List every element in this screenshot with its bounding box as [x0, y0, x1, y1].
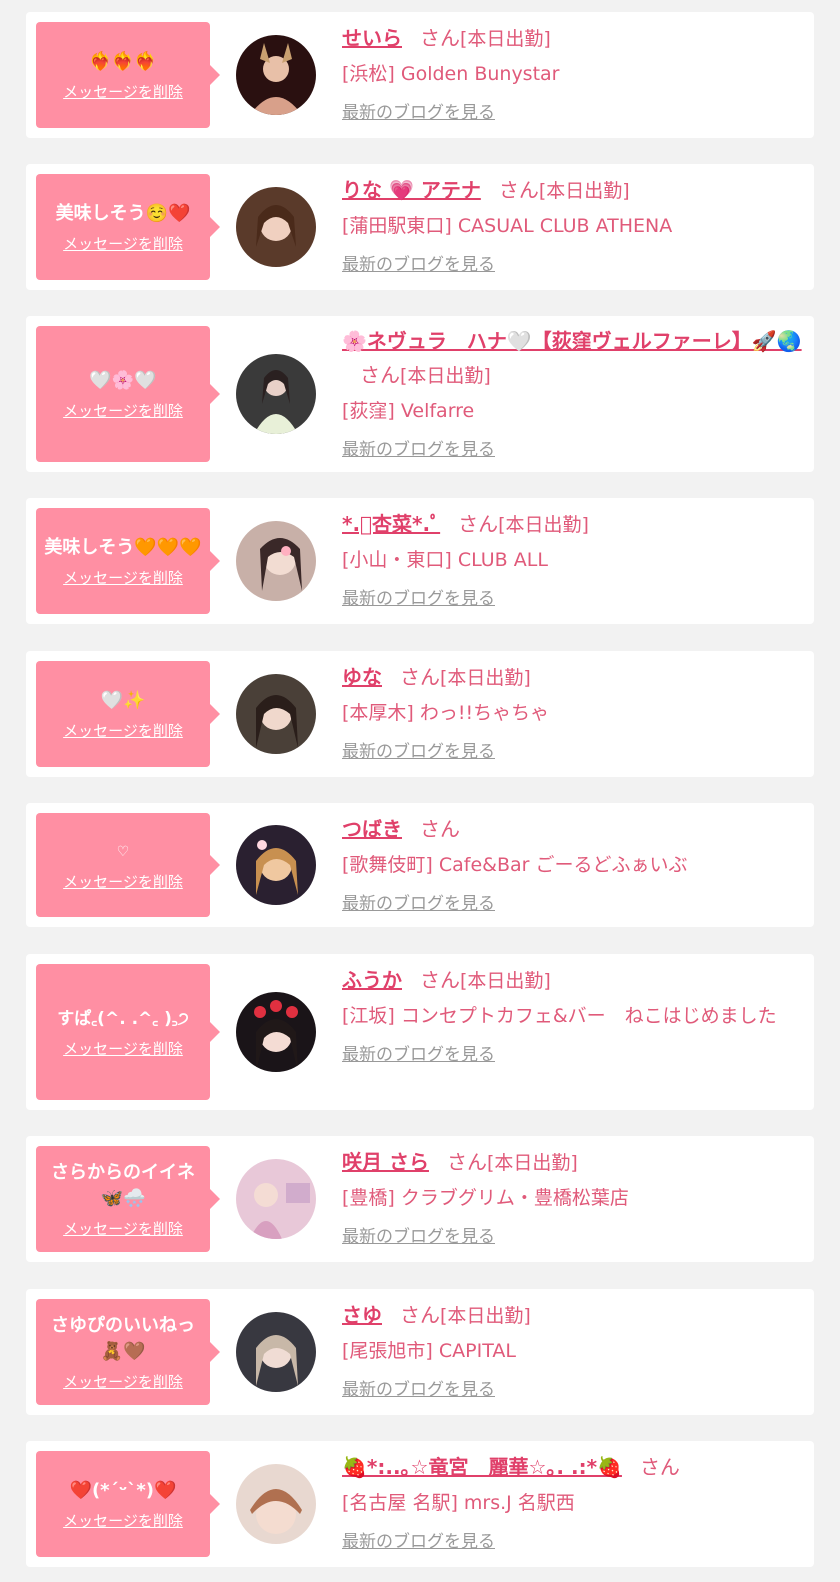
latest-blog-link[interactable]: 最新のブログを見る — [342, 250, 495, 275]
latest-blog-link[interactable]: 最新のブログを見る — [342, 98, 495, 123]
latest-blog-link[interactable]: 最新のブログを見る — [342, 584, 495, 609]
shop-info: [豊橋] クラブグリム・豊橋松葉店 — [342, 1187, 629, 1209]
honorific: さん — [639, 1455, 680, 1479]
honorific: さん — [400, 665, 440, 689]
honorific: さん — [446, 1150, 487, 1174]
latest-blog-link[interactable]: 最新のブログを見る — [342, 737, 495, 762]
delete-message-link[interactable]: メッセージを削除 — [63, 1218, 183, 1239]
today-badge: [本日出勤] — [486, 1152, 578, 1174]
shop-info: [蒲田駅東口] CASUAL CLUB ATHENA — [342, 215, 673, 237]
message-list: ❤️‍🔥❤️‍🔥❤️‍🔥 メッセージを削除 せいら さん[本日出勤] [浜松] G… — [0, 0, 840, 1582]
message-text: 美味しそう☺️❤️ — [55, 202, 191, 224]
list-item: さらからのイイネ🦋🌨️ メッセージを削除 咲月 さら さん[本日出勤] [豊橋] … — [26, 1136, 814, 1262]
avatar[interactable] — [236, 825, 316, 905]
delete-message-link[interactable]: メッセージを削除 — [63, 720, 183, 741]
message-text: 🤍🌸🤍 — [89, 369, 157, 391]
list-item: 🤍✨ メッセージを削除 ゆな さん[本日出勤] [本厚木] わっ!!ちゃちゃ 最新… — [26, 651, 814, 777]
delete-message-link[interactable]: メッセージを削除 — [63, 1371, 183, 1392]
honorific: さん — [420, 26, 460, 50]
today-badge: [本日出勤] — [400, 365, 491, 387]
message-bubble: すぱ꜀(^. .^꜀ )꜆੭ メッセージを削除 — [36, 964, 220, 1100]
list-item: すぱ꜀(^. .^꜀ )꜆੭ メッセージを削除 ふうか さん[本日出勤] [江坂]… — [26, 954, 814, 1110]
message-text: ❤️‍🔥❤️‍🔥❤️‍🔥 — [89, 50, 157, 72]
shop-info: [江坂] コンセプトカフェ&バー ねこはじめました — [342, 1005, 777, 1027]
avatar[interactable] — [236, 674, 316, 754]
list-item: さゆぴのいいねっ🧸🤎 メッセージを削除 さゆ さん[本日出勤] [尾張旭市] CA… — [26, 1289, 814, 1415]
message-bubble: ❤️(*´ᵕ`*)❤️ メッセージを削除 — [36, 1451, 220, 1557]
today-badge: [本日出勤] — [538, 180, 630, 202]
list-item: ❤️(*´ᵕ`*)❤️ メッセージを削除 🍓*:..｡☆竜宮 麗華☆｡. .:*… — [26, 1441, 814, 1567]
list-item: 美味しそう☺️❤️ メッセージを削除 りな 💗 アテナ さん[本日出勤] [蒲田駅… — [26, 164, 814, 290]
latest-blog-link[interactable]: 最新のブログを見る — [342, 435, 495, 460]
cast-name-link[interactable]: りな 💗 アテナ — [342, 178, 481, 202]
cast-name-link[interactable]: さゆ — [342, 1303, 382, 1327]
message-bubble: 美味しそう☺️❤️ メッセージを削除 — [36, 174, 220, 280]
shop-info: [浜松] Golden Bunystar — [342, 63, 560, 85]
avatar[interactable] — [236, 1159, 316, 1239]
honorific: さん — [400, 1303, 440, 1327]
avatar[interactable] — [236, 35, 316, 115]
avatar[interactable] — [236, 521, 316, 601]
message-text: すぱ꜀(^. .^꜀ )꜆੭ — [57, 1008, 189, 1029]
today-badge: [本日出勤] — [440, 667, 531, 689]
cast-name-link[interactable]: 🍓*:..｡☆竜宮 麗華☆｡. .:*🍓 — [342, 1455, 622, 1479]
today-badge: [本日出勤] — [460, 970, 551, 992]
delete-message-link[interactable]: メッセージを削除 — [63, 1038, 183, 1059]
avatar[interactable] — [236, 1464, 316, 1544]
cast-name-link[interactable]: ふうか — [342, 968, 402, 992]
delete-message-link[interactable]: メッセージを削除 — [63, 1510, 183, 1531]
cast-name-link[interactable]: 🌸ネヴュラ ハナ🤍【荻窪ヴェルファーレ】🚀🌏 — [342, 329, 802, 353]
shop-info: [名古屋 名駅] mrs.J 名駅西 — [342, 1492, 575, 1514]
message-text: 美味しそう🧡🧡🧡 — [44, 536, 202, 558]
avatar[interactable] — [236, 187, 316, 267]
message-text: ❤️(*´ᵕ`*)❤️ — [69, 1479, 177, 1501]
list-item: 🤍🌸🤍 メッセージを削除 🌸ネヴュラ ハナ🤍【荻窪ヴェルファーレ】🚀🌏 さん[本日… — [26, 316, 814, 472]
delete-message-link[interactable]: メッセージを削除 — [63, 400, 183, 421]
latest-blog-link[interactable]: 最新のブログを見る — [342, 1527, 495, 1552]
message-bubble: 🤍🌸🤍 メッセージを削除 — [36, 326, 220, 462]
latest-blog-link[interactable]: 最新のブログを見る — [342, 1040, 495, 1065]
delete-message-link[interactable]: メッセージを削除 — [63, 81, 183, 102]
avatar[interactable] — [236, 354, 316, 434]
delete-message-link[interactable]: メッセージを削除 — [63, 567, 183, 588]
message-text: さゆぴのいいねっ🧸🤎 — [51, 1314, 195, 1362]
today-badge: [本日出勤] — [440, 1305, 531, 1327]
message-bubble: さゆぴのいいねっ🧸🤎 メッセージを削除 — [36, 1299, 220, 1405]
list-item: ♡ メッセージを削除 つばき さん [歌舞伎町] Cafe&Bar ごーるどふぁい… — [26, 803, 814, 927]
latest-blog-link[interactable]: 最新のブログを見る — [342, 1375, 495, 1400]
list-item: 美味しそう🧡🧡🧡 メッセージを削除 *.ﾟ杏菜*.ﾟ さん[本日出勤] [小山・東… — [26, 498, 814, 624]
honorific: さん — [420, 817, 460, 841]
honorific: さん — [360, 363, 400, 387]
list-item: ❤️‍🔥❤️‍🔥❤️‍🔥 メッセージを削除 せいら さん[本日出勤] [浜松] G… — [26, 12, 814, 138]
cast-name-link[interactable]: せいら — [342, 26, 402, 50]
shop-info: [歌舞伎町] Cafe&Bar ごーるどふぁいぶ — [342, 854, 688, 876]
message-bubble: 美味しそう🧡🧡🧡 メッセージを削除 — [36, 508, 220, 614]
shop-info: [小山・東口] CLUB ALL — [342, 549, 548, 571]
cast-name-link[interactable]: つばき — [342, 817, 402, 841]
honorific: さん — [420, 968, 460, 992]
delete-message-link[interactable]: メッセージを削除 — [63, 871, 183, 892]
delete-message-link[interactable]: メッセージを削除 — [63, 233, 183, 254]
message-bubble: ♡ メッセージを削除 — [36, 813, 220, 917]
message-text: ♡ — [116, 843, 130, 860]
latest-blog-link[interactable]: 最新のブログを見る — [342, 889, 495, 914]
message-text: さらからのイイネ🦋🌨️ — [51, 1161, 195, 1209]
message-bubble: さらからのイイネ🦋🌨️ メッセージを削除 — [36, 1146, 220, 1252]
cast-name-link[interactable]: *.ﾟ杏菜*.ﾟ — [342, 512, 440, 536]
honorific: さん — [458, 512, 499, 536]
message-text: 🤍✨ — [100, 689, 146, 711]
today-badge: [本日出勤] — [460, 28, 551, 50]
message-bubble: ❤️‍🔥❤️‍🔥❤️‍🔥 メッセージを削除 — [36, 22, 220, 128]
shop-info: [本厚木] わっ!!ちゃちゃ — [342, 702, 550, 724]
avatar[interactable] — [236, 992, 316, 1072]
avatar[interactable] — [236, 1312, 316, 1392]
shop-info: [尾張旭市] CAPITAL — [342, 1340, 516, 1362]
latest-blog-link[interactable]: 最新のブログを見る — [342, 1222, 495, 1247]
cast-name-link[interactable]: 咲月 さら — [342, 1150, 429, 1174]
today-badge: [本日出勤] — [498, 514, 589, 536]
honorific: さん — [498, 178, 539, 202]
shop-info: [荻窪] Velfarre — [342, 400, 475, 422]
cast-name-link[interactable]: ゆな — [342, 665, 382, 689]
message-bubble: 🤍✨ メッセージを削除 — [36, 661, 220, 767]
